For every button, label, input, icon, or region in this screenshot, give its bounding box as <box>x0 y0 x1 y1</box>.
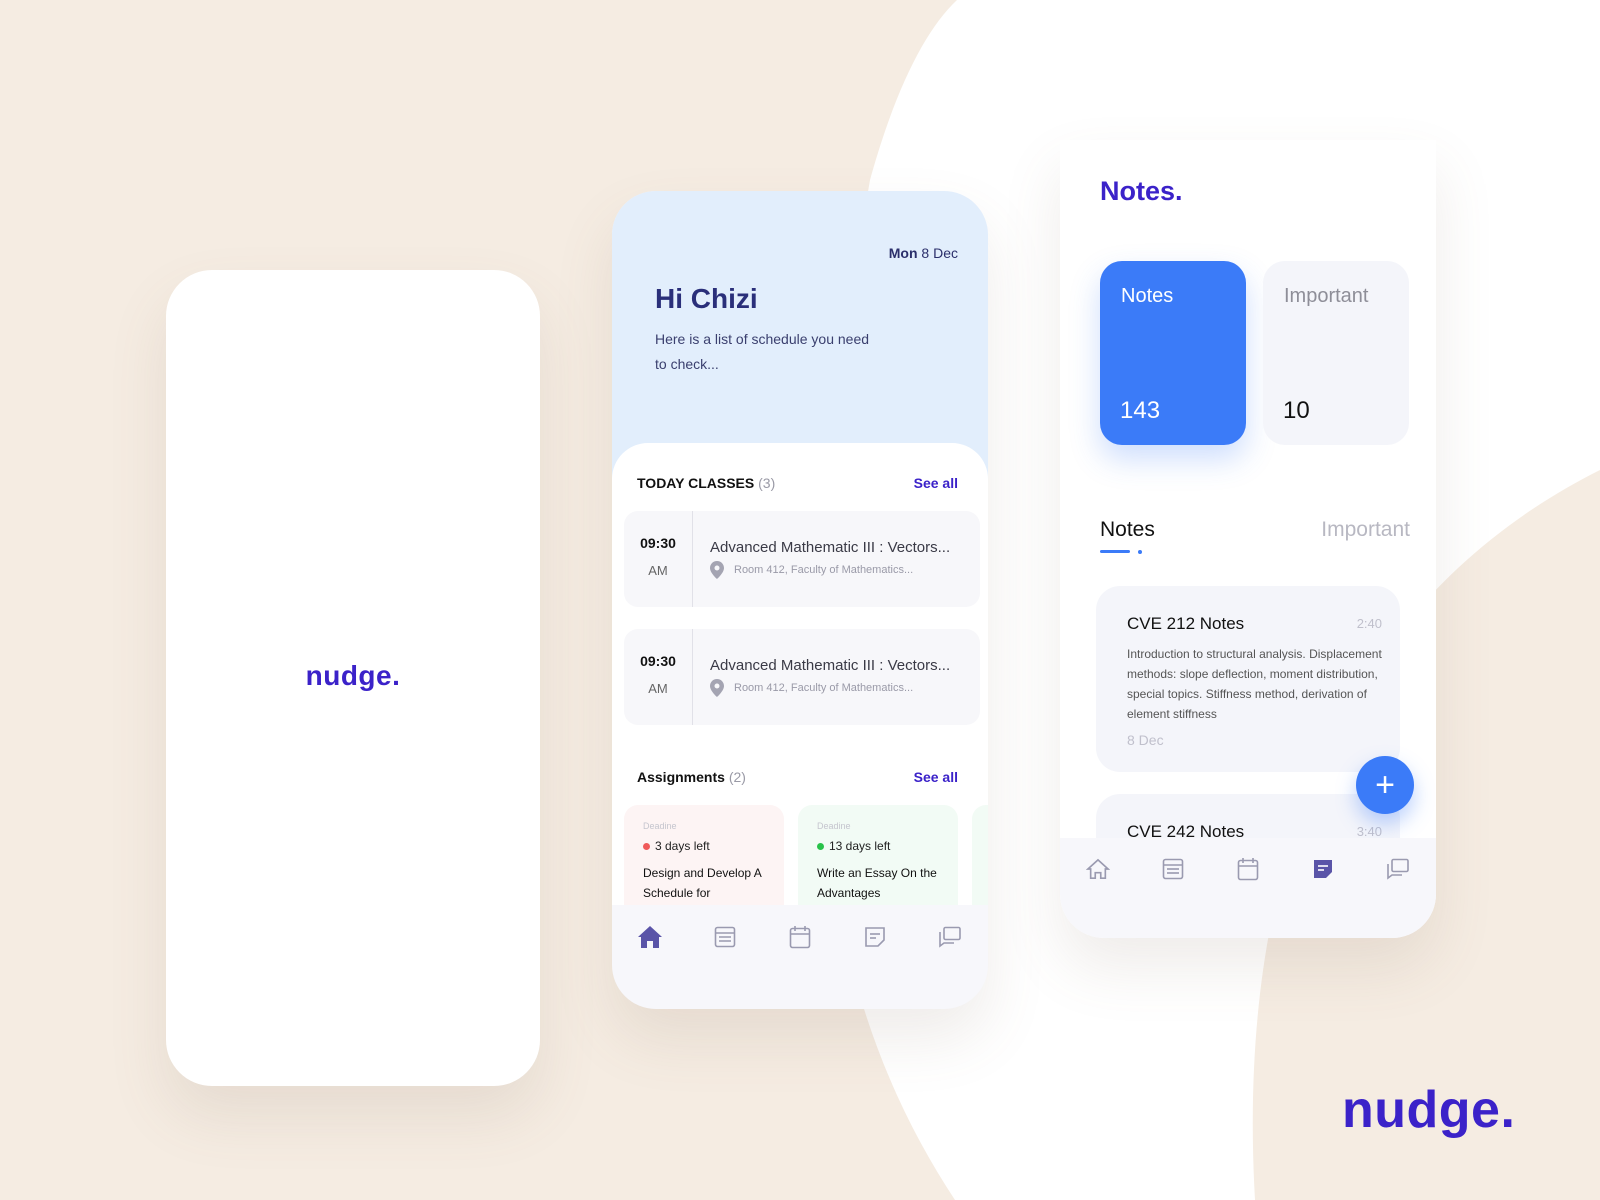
class-divider <box>692 511 693 607</box>
location-pin-icon <box>710 679 724 697</box>
list-icon[interactable] <box>711 923 739 951</box>
calendar-icon[interactable] <box>1234 855 1262 883</box>
class-card[interactable]: 09:30 AM Advanced Mathematic III : Vecto… <box>624 511 980 607</box>
classes-count: (3) <box>758 475 776 491</box>
notes-bottom-nav-bar <box>1060 838 1436 938</box>
assignment-task: Design and Develop A Schedule for <box>643 866 762 900</box>
assignments-count: (2) <box>728 769 746 785</box>
class-ampm: AM <box>648 563 668 578</box>
days-left-text: 13 days left <box>829 839 891 853</box>
date-label: Mon 8 Dec <box>889 245 958 261</box>
deadline-label: Deadine <box>817 821 851 831</box>
home-screen: Mon 8 Dec Hi Chizi Here is a list of sch… <box>612 191 988 1009</box>
date-rest: 8 Dec <box>921 245 958 261</box>
class-location-text: Room 412, Faculty of Mathematics... <box>734 564 914 576</box>
note-date: 8 Dec <box>1127 732 1164 748</box>
deadline-label: Deadine <box>643 821 677 831</box>
class-ampm: AM <box>648 681 668 696</box>
notes-icon[interactable] <box>861 923 889 951</box>
assignment-card[interactable]: Deadine 3 days left Design and Develop A… <box>624 805 784 905</box>
assignments-see-all-link[interactable]: See all <box>914 769 958 785</box>
classes-see-all-link[interactable]: See all <box>914 475 958 491</box>
brand-logo: nudge. <box>1342 1081 1516 1139</box>
date-day: Mon <box>888 245 918 261</box>
assignments-title-wrap: Assignments (2) <box>637 769 746 785</box>
class-time: 09:30 <box>640 653 676 669</box>
assignments-title: Assignments <box>637 769 725 785</box>
days-left: 3 days left <box>643 839 710 853</box>
class-location-text: Room 412, Faculty of Mathematics... <box>734 682 914 694</box>
days-left-text: 3 days left <box>655 839 710 853</box>
greeting-subtitle: Here is a list of schedule you need to c… <box>655 331 870 372</box>
class-card[interactable]: 09:30 AM Advanced Mathematic III : Vecto… <box>624 629 980 725</box>
classes-title: TODAY CLASSES <box>637 475 755 491</box>
greeting: Hi Chizi <box>655 283 758 314</box>
assignment-card[interactable]: Deadine 13 days left Write an Essay On t… <box>798 805 958 905</box>
note-time: 2:40 <box>1356 616 1382 631</box>
assignment-task: Write an Essay On the Advantages <box>817 866 937 900</box>
chat-icon[interactable] <box>936 923 964 951</box>
stat-label: Important <box>1284 285 1369 307</box>
tab-important[interactable]: Important <box>1321 518 1410 542</box>
note-body: Introduction to structural analysis. Dis… <box>1127 647 1382 721</box>
class-time: 09:30 <box>640 535 676 551</box>
assignment-card-peek[interactable] <box>972 805 988 905</box>
class-title: Advanced Mathematic III : Vectors... <box>710 657 951 674</box>
home-icon[interactable] <box>1084 855 1112 883</box>
note-title: CVE 212 Notes <box>1127 614 1245 633</box>
notes-stat-card[interactable]: Notes 143 <box>1100 261 1246 445</box>
class-title: Advanced Mathematic III : Vectors... <box>710 539 951 556</box>
classes-title-wrap: TODAY CLASSES (3) <box>637 475 775 491</box>
tab-indicator-dot <box>1138 550 1142 554</box>
location-pin-icon <box>710 561 724 579</box>
notes-icon[interactable] <box>1309 855 1337 883</box>
tab-indicator <box>1100 550 1130 553</box>
note-card[interactable]: CVE 212 Notes 2:40 Introduction to struc… <box>1096 586 1400 772</box>
assignments-header: Assignments (2) See all <box>637 769 958 785</box>
important-stat-card[interactable]: Important 10 <box>1263 261 1409 445</box>
class-divider <box>692 629 693 725</box>
class-location: Room 412, Faculty of Mathematics... <box>710 679 913 697</box>
chat-icon[interactable] <box>1384 855 1412 883</box>
stat-value: 143 <box>1120 397 1161 424</box>
tab-notes[interactable]: Notes <box>1100 518 1155 542</box>
classes-header: TODAY CLASSES (3) See all <box>637 475 958 491</box>
list-icon[interactable] <box>1159 855 1187 883</box>
bottom-nav <box>1060 854 1436 884</box>
home-icon[interactable] <box>636 923 664 951</box>
calendar-icon[interactable] <box>786 923 814 951</box>
days-left: 13 days left <box>817 839 890 853</box>
stat-label: Notes <box>1121 285 1174 307</box>
notes-page-title: Notes. <box>1100 176 1183 206</box>
class-location: Room 412, Faculty of Mathematics... <box>710 561 913 579</box>
bottom-nav <box>612 907 988 967</box>
stat-value: 10 <box>1283 397 1310 424</box>
splash-logo: nudge. <box>305 660 401 691</box>
status-dot <box>817 842 824 850</box>
status-dot <box>643 842 650 850</box>
splash-screen: nudge. <box>166 270 540 1086</box>
add-note-button[interactable]: + <box>1356 756 1414 814</box>
notes-screen: Notes. Notes 143 Important 10 Notes Impo… <box>1060 140 1436 938</box>
notes-tabs: Notes Important <box>1100 518 1410 542</box>
note-time: 3:40 <box>1356 824 1382 839</box>
